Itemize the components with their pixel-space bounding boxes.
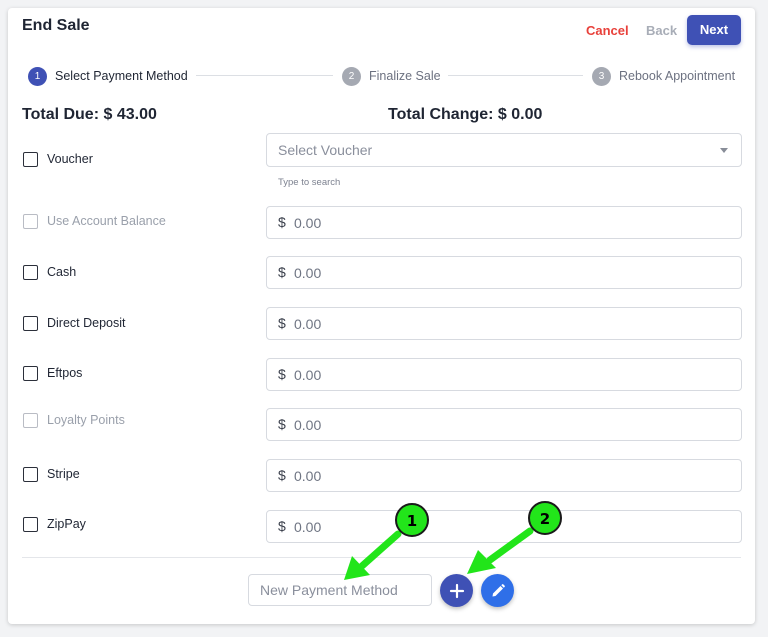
step-number: 2 bbox=[342, 66, 361, 86]
cash-checkbox[interactable] bbox=[23, 265, 38, 280]
dollar-icon: $ bbox=[278, 315, 286, 331]
loyalty-points-amount[interactable]: $ 0.00 bbox=[266, 408, 742, 441]
total-due: Total Due: $ 43.00 bbox=[22, 106, 157, 123]
step-number: 3 bbox=[592, 66, 611, 86]
step-label: Select Payment Method bbox=[55, 69, 188, 83]
eftpos-checkbox[interactable] bbox=[23, 366, 38, 381]
step-number: 1 bbox=[28, 66, 47, 86]
dollar-icon: $ bbox=[278, 264, 286, 280]
step-select-payment-method: 1 Select Payment Method bbox=[28, 66, 188, 86]
back-button[interactable]: Back bbox=[646, 23, 677, 38]
zippay-amount[interactable]: $ 0.00 bbox=[266, 510, 742, 543]
dialog-title: End Sale bbox=[22, 17, 90, 34]
amount-value: 0.00 bbox=[294, 519, 322, 535]
voucher-select[interactable]: Select Voucher bbox=[266, 133, 742, 167]
amount-value: 0.00 bbox=[294, 468, 322, 484]
loyalty-points-checkbox[interactable] bbox=[23, 413, 38, 428]
eftpos-label: Eftpos bbox=[47, 366, 83, 380]
voucher-select-placeholder: Select Voucher bbox=[278, 142, 373, 158]
direct-deposit-amount[interactable]: $ 0.00 bbox=[266, 307, 742, 340]
amount-value: 0.00 bbox=[294, 316, 322, 332]
direct-deposit-checkbox[interactable] bbox=[23, 316, 38, 331]
step-rebook-appointment: 3 Rebook Appointment bbox=[592, 66, 735, 86]
cancel-button[interactable]: Cancel bbox=[586, 23, 629, 38]
step-connector bbox=[196, 75, 333, 76]
eftpos-amount[interactable]: $ 0.00 bbox=[266, 358, 742, 391]
amount-value: 0.00 bbox=[294, 417, 322, 433]
step-finalize-sale: 2 Finalize Sale bbox=[342, 66, 441, 86]
voucher-hint: Type to search bbox=[278, 177, 341, 188]
next-button[interactable]: Next bbox=[687, 15, 741, 45]
step-label: Rebook Appointment bbox=[619, 69, 736, 83]
dollar-icon: $ bbox=[278, 518, 286, 534]
amount-value: 0.00 bbox=[294, 265, 322, 281]
zippay-checkbox[interactable] bbox=[23, 517, 38, 532]
zippay-label: ZipPay bbox=[47, 517, 86, 531]
plus-icon bbox=[449, 583, 464, 598]
dollar-icon: $ bbox=[278, 366, 286, 382]
cash-amount[interactable]: $ 0.00 bbox=[266, 256, 742, 289]
dollar-icon: $ bbox=[278, 214, 286, 230]
cash-label: Cash bbox=[47, 265, 77, 279]
chevron-down-icon bbox=[720, 148, 728, 153]
dollar-icon: $ bbox=[278, 467, 286, 483]
account-balance-amount[interactable]: $ 0.00 bbox=[266, 206, 742, 239]
amount-value: 0.00 bbox=[294, 215, 322, 231]
amount-value: 0.00 bbox=[294, 367, 322, 383]
pencil-icon bbox=[492, 583, 505, 596]
new-payment-method-input[interactable] bbox=[248, 574, 432, 606]
stripe-amount[interactable]: $ 0.00 bbox=[266, 459, 742, 492]
account-balance-checkbox[interactable] bbox=[23, 214, 38, 229]
end-sale-dialog: End Sale Cancel Back Next 1 Select Payme… bbox=[8, 8, 755, 624]
loyalty-points-label: Loyalty Points bbox=[47, 413, 125, 427]
dollar-icon: $ bbox=[278, 416, 286, 432]
step-connector bbox=[448, 75, 583, 76]
divider bbox=[22, 557, 741, 558]
voucher-checkbox[interactable] bbox=[23, 152, 38, 167]
account-balance-label: Use Account Balance bbox=[47, 214, 166, 228]
voucher-label: Voucher bbox=[47, 152, 93, 166]
stripe-checkbox[interactable] bbox=[23, 467, 38, 482]
total-change: Total Change: $ 0.00 bbox=[388, 106, 543, 123]
step-label: Finalize Sale bbox=[369, 69, 441, 83]
direct-deposit-label: Direct Deposit bbox=[47, 316, 126, 330]
stripe-label: Stripe bbox=[47, 467, 80, 481]
add-payment-method-button[interactable] bbox=[440, 574, 473, 607]
edit-payment-method-button[interactable] bbox=[481, 574, 514, 607]
